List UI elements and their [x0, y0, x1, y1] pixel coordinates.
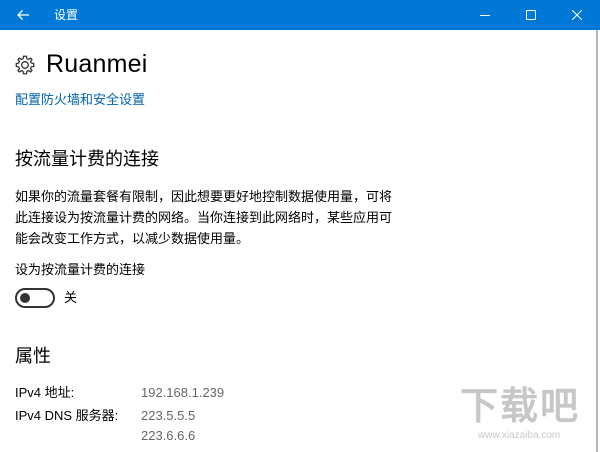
metered-toggle-switch[interactable] [15, 288, 55, 308]
gear-icon [15, 55, 35, 75]
back-button[interactable] [0, 0, 46, 30]
ipv4-dns-value: 223.5.5.5 [141, 408, 196, 423]
description-line: 如果你的流量套餐有限制，因此想要更好地控制数据使用量，可将 [15, 189, 393, 204]
maximize-button[interactable] [508, 0, 554, 30]
window-title: 设置 [54, 8, 79, 22]
watermark-url: www.xiazaiba.com [478, 430, 561, 441]
ipv4-address-label: IPv4 地址: [15, 385, 75, 400]
minimize-button[interactable] [462, 0, 508, 30]
arrow-left-icon [17, 10, 29, 20]
ipv4-address-value: 192.168.1.239 [141, 385, 225, 400]
metered-toggle-label: 设为按流量计费的连接 [15, 262, 146, 277]
scrollbar[interactable] [596, 30, 598, 452]
toggle-state-label: 关 [64, 290, 78, 305]
metered-description: 如果你的流量套餐有限制，因此想要更好地控制数据使用量，可将 此连接设为按流量计费… [15, 186, 415, 249]
ipv4-dns-label: IPv4 DNS 服务器: [15, 408, 119, 423]
ipv4-dns-value: 223.6.6.6 [141, 428, 196, 443]
description-line: 此连接设为按流量计费的网络。当你连接到此网络时，某些应用可 [15, 210, 393, 225]
maximize-icon [526, 10, 536, 20]
close-button[interactable] [554, 0, 600, 30]
page-title: Ruanmei [46, 50, 148, 78]
minimize-icon [480, 15, 490, 16]
properties-heading: 属性 [15, 346, 51, 366]
watermark-logo-text: 下载吧 [460, 384, 581, 428]
firewall-settings-link[interactable]: 配置防火墙和安全设置 [15, 91, 145, 109]
description-line: 能会改变工作方式，以减少数据使用量。 [15, 231, 250, 246]
close-icon [572, 10, 582, 20]
site-watermark: 下载吧 www.xiazaiba.com [460, 386, 592, 446]
toggle-knob [20, 293, 30, 303]
title-bar: 设置 [0, 0, 600, 30]
metered-connection-heading: 按流量计费的连接 [15, 149, 159, 169]
